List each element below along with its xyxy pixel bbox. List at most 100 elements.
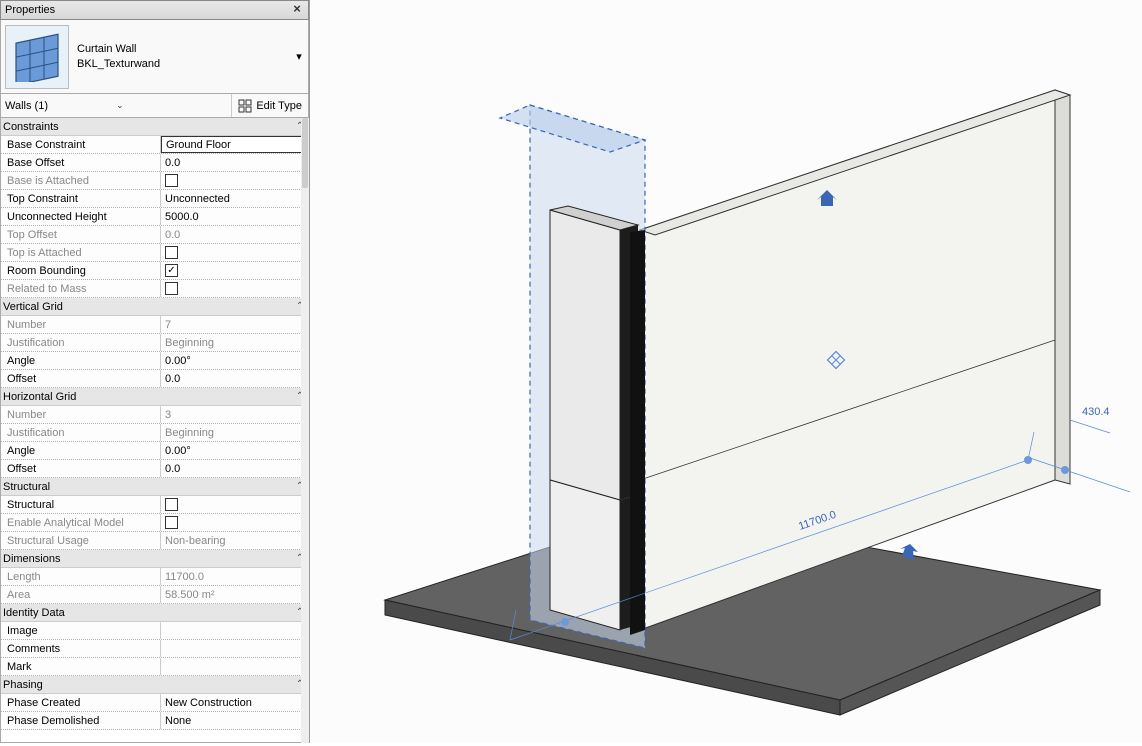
- checkbox[interactable]: [165, 516, 178, 529]
- property-value[interactable]: [161, 244, 308, 261]
- property-value[interactable]: None: [161, 712, 308, 729]
- property-row[interactable]: Number7: [1, 316, 308, 334]
- property-row[interactable]: JustificationBeginning: [1, 424, 308, 442]
- group-header[interactable]: Horizontal Grid⌃: [1, 388, 308, 406]
- property-row[interactable]: Comments: [1, 640, 308, 658]
- chevron-down-icon[interactable]: ⌄: [112, 100, 227, 111]
- property-row[interactable]: Number3: [1, 406, 308, 424]
- property-name: Number: [1, 406, 161, 423]
- edit-type-label: Edit Type: [256, 100, 302, 112]
- property-name: Top Offset: [1, 226, 161, 243]
- property-row[interactable]: Unconnected Height5000.0: [1, 208, 308, 226]
- property-value[interactable]: 11700.0: [161, 568, 308, 585]
- property-row[interactable]: Offset0.0: [1, 370, 308, 388]
- checkbox[interactable]: [165, 246, 178, 259]
- group-header[interactable]: Vertical Grid⌃: [1, 298, 308, 316]
- property-row[interactable]: Offset0.0: [1, 460, 308, 478]
- selection-filter-combo[interactable]: Walls (1) ⌄: [1, 94, 232, 117]
- property-row[interactable]: Area58.500 m²: [1, 586, 308, 604]
- group-header[interactable]: Structural⌃: [1, 478, 308, 496]
- property-row[interactable]: Mark: [1, 658, 308, 676]
- property-row[interactable]: Phase DemolishedNone: [1, 712, 308, 730]
- chevron-down-icon[interactable]: ▾: [290, 22, 308, 92]
- property-name: Angle: [1, 352, 161, 369]
- property-value[interactable]: 7: [161, 316, 308, 333]
- property-value[interactable]: [161, 514, 308, 531]
- property-value[interactable]: [161, 172, 308, 189]
- property-value[interactable]: [161, 622, 308, 639]
- checkbox[interactable]: [165, 282, 178, 295]
- property-row[interactable]: Enable Analytical Model: [1, 514, 308, 532]
- property-row[interactable]: Room Bounding✓: [1, 262, 308, 280]
- property-row[interactable]: Top Offset0.0: [1, 226, 308, 244]
- type-selector[interactable]: Curtain Wall BKL_Texturwand ▾: [0, 20, 309, 94]
- property-row[interactable]: Image: [1, 622, 308, 640]
- group-name: Horizontal Grid: [3, 391, 292, 403]
- property-row[interactable]: Top ConstraintUnconnected: [1, 190, 308, 208]
- edit-type-icon: [238, 99, 252, 113]
- panel-title-text: Properties: [5, 4, 290, 16]
- group-name: Constraints: [3, 121, 292, 133]
- property-value[interactable]: Beginning: [161, 424, 308, 441]
- property-value[interactable]: 0.0: [161, 460, 308, 477]
- property-row[interactable]: Base Offset0.0: [1, 154, 308, 172]
- property-name: Number: [1, 316, 161, 333]
- property-value[interactable]: Unconnected: [161, 190, 308, 207]
- property-row[interactable]: Length11700.0: [1, 568, 308, 586]
- property-value[interactable]: 0.0: [161, 154, 308, 171]
- property-name: Base is Attached: [1, 172, 161, 189]
- scrollbar-thumb[interactable]: [302, 118, 308, 188]
- property-value[interactable]: Non-bearing: [161, 532, 308, 549]
- edit-type-button[interactable]: Edit Type: [232, 94, 308, 117]
- property-name: Length: [1, 568, 161, 585]
- property-value[interactable]: 3: [161, 406, 308, 423]
- group-header[interactable]: Dimensions⌃: [1, 550, 308, 568]
- checkbox[interactable]: [165, 174, 178, 187]
- property-row[interactable]: Base ConstraintGround Floor: [1, 136, 308, 154]
- property-row[interactable]: JustificationBeginning: [1, 334, 308, 352]
- type-labels: Curtain Wall BKL_Texturwand: [73, 42, 290, 72]
- property-row[interactable]: Angle0.00°: [1, 352, 308, 370]
- checkbox[interactable]: [165, 498, 178, 511]
- selection-filter-label: Walls (1): [5, 100, 112, 112]
- property-value[interactable]: [161, 658, 308, 675]
- property-value[interactable]: 0.0: [161, 370, 308, 387]
- property-value[interactable]: Beginning: [161, 334, 308, 351]
- group-header[interactable]: Identity Data⌃: [1, 604, 308, 622]
- properties-grid: Constraints⌃Base ConstraintGround FloorB…: [0, 118, 309, 743]
- property-name: Offset: [1, 460, 161, 477]
- checkbox[interactable]: ✓: [165, 264, 178, 277]
- property-value[interactable]: [161, 280, 308, 297]
- property-name: Enable Analytical Model: [1, 514, 161, 531]
- property-name: Justification: [1, 424, 161, 441]
- property-value[interactable]: 58.500 m²: [161, 586, 308, 603]
- property-value[interactable]: [161, 640, 308, 657]
- property-row[interactable]: Phase CreatedNew Construction: [1, 694, 308, 712]
- group-header[interactable]: Constraints⌃: [1, 118, 308, 136]
- property-row[interactable]: Related to Mass: [1, 280, 308, 298]
- property-value[interactable]: ✓: [161, 262, 308, 279]
- property-name: Area: [1, 586, 161, 603]
- property-row[interactable]: Base is Attached: [1, 172, 308, 190]
- property-row[interactable]: Top is Attached: [1, 244, 308, 262]
- property-value[interactable]: [161, 496, 308, 513]
- scrollbar[interactable]: [301, 118, 309, 743]
- dimension-side[interactable]: 430.4: [1082, 406, 1110, 418]
- property-value[interactable]: 0.00°: [161, 442, 308, 459]
- property-value[interactable]: 0.0: [161, 226, 308, 243]
- property-row[interactable]: Structural: [1, 496, 308, 514]
- 3d-viewport[interactable]: 11700.0 430.4: [310, 0, 1142, 743]
- property-name: Phase Created: [1, 694, 161, 711]
- property-value[interactable]: 0.00°: [161, 352, 308, 369]
- property-row[interactable]: Structural UsageNon-bearing: [1, 532, 308, 550]
- group-header[interactable]: Phasing⌃: [1, 676, 308, 694]
- property-value[interactable]: Ground Floor: [161, 136, 308, 153]
- type-family-label: Curtain Wall: [77, 42, 290, 57]
- property-name: Base Constraint: [1, 136, 161, 153]
- curtain-wall-icon: [5, 25, 69, 89]
- property-row[interactable]: Angle0.00°: [1, 442, 308, 460]
- property-value[interactable]: 5000.0: [161, 208, 308, 225]
- close-icon[interactable]: ×: [290, 3, 304, 17]
- property-value[interactable]: New Construction: [161, 694, 308, 711]
- group-name: Dimensions: [3, 553, 292, 565]
